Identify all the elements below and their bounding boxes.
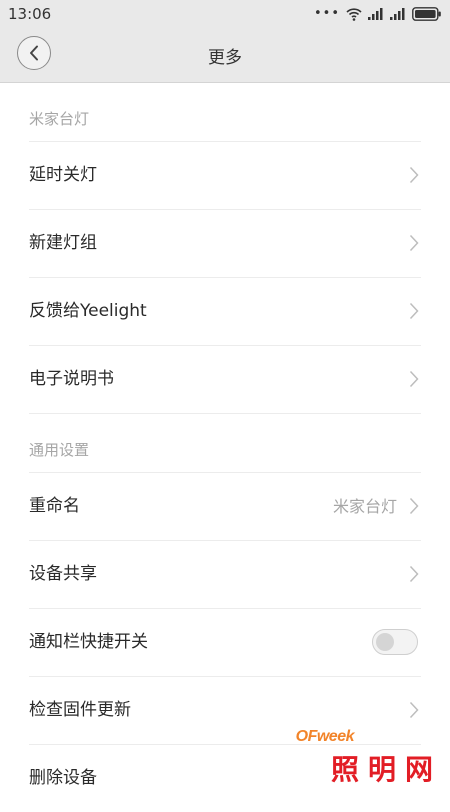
signal-icon bbox=[368, 8, 383, 20]
section-header-device: 米家台灯 bbox=[29, 83, 421, 142]
section-title: 米家台灯 bbox=[29, 110, 90, 128]
app-header: 更多 bbox=[0, 28, 450, 83]
chevron-right-icon bbox=[409, 565, 419, 583]
menu-item-label: 反馈给Yeelight bbox=[29, 301, 147, 321]
section-header-general: 通用设置 bbox=[29, 413, 421, 473]
menu-item-device-share[interactable]: 设备共享 bbox=[29, 541, 421, 609]
menu-item-label: 重命名 bbox=[29, 496, 80, 516]
menu-item-manual[interactable]: 电子说明书 bbox=[29, 346, 421, 413]
chevron-right-icon bbox=[409, 302, 419, 320]
menu-item-label: 设备共享 bbox=[29, 564, 97, 584]
battery-icon bbox=[412, 7, 441, 21]
chevron-right-icon bbox=[409, 701, 419, 719]
signal-icon bbox=[390, 8, 405, 20]
status-bar: 13:06 ••• bbox=[0, 0, 450, 28]
menu-item-notification-shortcut: 通知栏快捷开关 bbox=[29, 609, 421, 677]
watermark-brand: OFweek bbox=[295, 728, 355, 745]
more-dots-icon: ••• bbox=[313, 6, 340, 21]
chevron-right-icon bbox=[409, 166, 419, 184]
toggle-knob bbox=[376, 633, 394, 651]
chevron-right-icon bbox=[409, 497, 419, 515]
status-icons: ••• bbox=[314, 6, 442, 22]
section-title: 通用设置 bbox=[29, 441, 90, 459]
watermark-logo: OFweek 照明网 bbox=[296, 726, 442, 786]
menu-item-label: 通知栏快捷开关 bbox=[29, 632, 148, 652]
menu-item-label: 删除设备 bbox=[29, 768, 97, 788]
menu-item-rename[interactable]: 重命名 米家台灯 bbox=[29, 473, 421, 541]
menu-item-new-light-group[interactable]: 新建灯组 bbox=[29, 210, 421, 278]
wifi-icon bbox=[346, 8, 362, 21]
menu-item-label: 新建灯组 bbox=[29, 233, 97, 253]
status-time: 13:06 bbox=[8, 5, 52, 23]
device-name-value: 米家台灯 bbox=[332, 497, 397, 516]
page-title: 更多 bbox=[208, 48, 242, 68]
menu-item-delay-off[interactable]: 延时关灯 bbox=[29, 142, 421, 210]
settings-list: 米家台灯 延时关灯 新建灯组 反馈给Yeelight 电子说明书 通用设置 重命… bbox=[0, 83, 450, 812]
chevron-right-icon bbox=[409, 370, 419, 388]
watermark-text: 照明网 bbox=[330, 753, 442, 786]
menu-item-label: 检查固件更新 bbox=[29, 700, 131, 720]
notification-shortcut-toggle[interactable] bbox=[372, 629, 418, 655]
menu-item-label: 延时关灯 bbox=[29, 165, 97, 185]
menu-item-label: 电子说明书 bbox=[29, 369, 114, 389]
menu-item-feedback[interactable]: 反馈给Yeelight bbox=[29, 278, 421, 346]
chevron-right-icon bbox=[409, 234, 419, 252]
